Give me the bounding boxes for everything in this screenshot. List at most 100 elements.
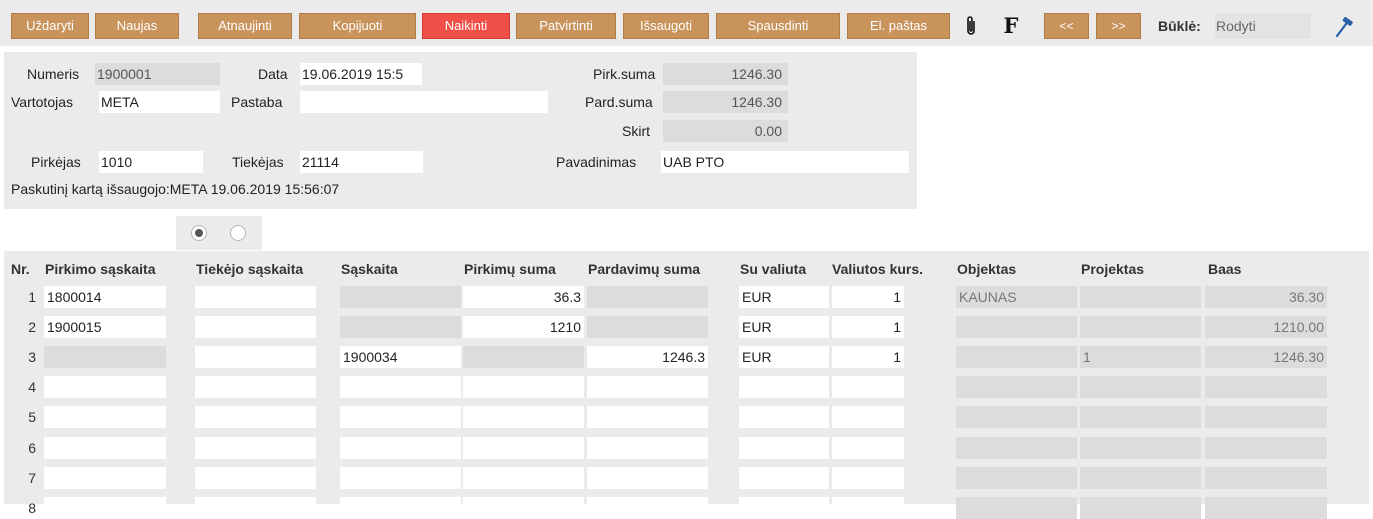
cell-baas <box>1205 406 1327 428</box>
cell-saskaita[interactable] <box>340 406 461 428</box>
paperclip-icon[interactable] <box>960 13 982 39</box>
f-button[interactable]: F <box>1000 13 1022 39</box>
confirm-button[interactable]: Patvirtinti <box>516 13 616 39</box>
cell-tiekejo-saskaita[interactable] <box>195 346 316 368</box>
cell-tiekejo-saskaita[interactable] <box>195 467 316 489</box>
pavadinimas-field[interactable]: UAB PTO <box>661 151 909 173</box>
previous-button[interactable]: << <box>1044 13 1089 39</box>
cell-saskaita[interactable] <box>340 467 461 489</box>
cell-baas: 1246.30 <box>1205 346 1327 368</box>
cell-valiuta[interactable] <box>739 437 829 459</box>
pirkejas-field[interactable]: 1010 <box>99 151 203 173</box>
cell-tiekejo-saskaita[interactable] <box>195 376 316 398</box>
cell-tiekejo-saskaita[interactable] <box>195 437 316 459</box>
print-button[interactable]: Spausdinti <box>716 13 840 39</box>
pastaba-label: Pastaba <box>231 94 283 110</box>
col-baas: Baas <box>1208 261 1242 277</box>
cell-projektas: 1 <box>1080 346 1201 368</box>
numeris-label: Numeris <box>27 66 80 82</box>
cell-pirkimo-saskaita[interactable] <box>44 376 166 398</box>
cell-valiutos-kurs[interactable]: 1 <box>832 346 904 368</box>
pastaba-field[interactable] <box>300 91 548 113</box>
cell-projektas <box>1080 467 1201 489</box>
cell-baas <box>1205 497 1327 519</box>
row-number: 7 <box>28 470 36 486</box>
pirk-suma-field: 1246.30 <box>663 63 788 85</box>
cell-objektas: KAUNAS <box>956 286 1077 308</box>
cell-tiekejo-saskaita[interactable] <box>195 316 316 338</box>
cell-valiutos-kurs[interactable] <box>832 376 904 398</box>
cell-valiuta[interactable]: EUR <box>739 286 829 308</box>
cell-pardavimu-suma[interactable] <box>587 497 708 519</box>
cell-valiuta[interactable] <box>739 376 829 398</box>
cell-pirkimu-suma[interactable] <box>463 467 584 489</box>
new-button[interactable]: Naujas <box>95 13 179 39</box>
save-button[interactable]: Išsaugoti <box>623 13 709 39</box>
delete-button[interactable]: Naikinti <box>422 13 510 39</box>
cell-pirkimo-saskaita[interactable] <box>44 437 166 459</box>
cell-valiuta[interactable] <box>739 467 829 489</box>
vartotojas-field[interactable]: META <box>99 91 220 113</box>
cell-baas: 1210.00 <box>1205 316 1327 338</box>
cell-pardavimu-suma[interactable] <box>587 406 708 428</box>
cell-valiutos-kurs[interactable] <box>832 437 904 459</box>
cell-pardavimu-suma[interactable]: 1246.3 <box>587 346 708 368</box>
cell-pardavimu-suma <box>587 316 708 338</box>
cell-valiuta[interactable] <box>739 406 829 428</box>
cell-pirkimu-suma[interactable]: 1210 <box>463 316 584 338</box>
hammer-icon[interactable] <box>1334 16 1356 38</box>
cell-valiutos-kurs[interactable] <box>832 497 904 519</box>
cell-tiekejo-saskaita[interactable] <box>195 497 316 519</box>
cell-pirkimo-saskaita[interactable]: 1800014 <box>44 286 166 308</box>
cell-pardavimu-suma[interactable] <box>587 376 708 398</box>
cell-valiutos-kurs[interactable] <box>832 467 904 489</box>
cell-pirkimo-saskaita[interactable] <box>44 467 166 489</box>
cell-pardavimu-suma[interactable] <box>587 437 708 459</box>
cell-saskaita[interactable]: 1900034 <box>340 346 461 368</box>
numeris-field: 1900001 <box>95 63 220 85</box>
row-number: 6 <box>28 440 36 456</box>
cell-pardavimu-suma[interactable] <box>587 467 708 489</box>
cell-saskaita[interactable] <box>340 437 461 459</box>
refresh-button[interactable]: Atnaujinti <box>198 13 292 39</box>
cell-pirkimu-suma[interactable]: 36.3 <box>463 286 584 308</box>
cell-saskaita[interactable] <box>340 376 461 398</box>
cell-baas: 36.30 <box>1205 286 1327 308</box>
cell-pirkimu-suma[interactable] <box>463 437 584 459</box>
cell-saskaita <box>340 286 461 308</box>
cell-pirkimo-saskaita <box>44 346 166 368</box>
skirt-field: 0.00 <box>663 120 788 142</box>
date-field[interactable]: 19.06.2019 15:5 <box>300 63 422 85</box>
cell-tiekejo-saskaita[interactable] <box>195 286 316 308</box>
cell-pirkimu-suma[interactable] <box>463 406 584 428</box>
cell-saskaita[interactable] <box>340 497 461 519</box>
cell-valiuta[interactable]: EUR <box>739 316 829 338</box>
next-button[interactable]: >> <box>1096 13 1141 39</box>
tiekejas-field[interactable]: 21114 <box>300 151 423 173</box>
radio-view-1[interactable] <box>191 225 207 241</box>
radio-view-2[interactable] <box>230 225 246 241</box>
cell-pirkimo-saskaita[interactable] <box>44 406 166 428</box>
copy-button[interactable]: Kopijuoti <box>299 13 416 39</box>
cell-saskaita <box>340 316 461 338</box>
tiekejas-label: Tiekėjas <box>232 154 284 170</box>
email-button[interactable]: El. paštas <box>847 13 950 39</box>
cell-pirkimu-suma[interactable] <box>463 376 584 398</box>
col-nr: Nr. <box>11 261 30 277</box>
cell-pirkimo-saskaita[interactable]: 1900015 <box>44 316 166 338</box>
cell-valiuta[interactable]: EUR <box>739 346 829 368</box>
cell-pirkimo-saskaita[interactable] <box>44 497 166 519</box>
cell-objektas <box>956 376 1077 398</box>
pirk-suma-label: Pirk.suma <box>593 66 656 82</box>
status-label: Būklė: <box>1158 18 1201 34</box>
cell-pirkimu-suma[interactable] <box>463 497 584 519</box>
last-saved-info: Paskutinį kartą išsaugojo:META 19.06.201… <box>11 181 340 197</box>
view-toggle <box>176 216 262 250</box>
cell-valiutos-kurs[interactable] <box>832 406 904 428</box>
close-button[interactable]: Uždaryti <box>11 13 89 39</box>
status-field[interactable]: Rodyti <box>1215 13 1311 39</box>
cell-valiutos-kurs[interactable]: 1 <box>832 316 904 338</box>
cell-valiuta[interactable] <box>739 497 829 519</box>
cell-tiekejo-saskaita[interactable] <box>195 406 316 428</box>
cell-valiutos-kurs[interactable]: 1 <box>832 286 904 308</box>
